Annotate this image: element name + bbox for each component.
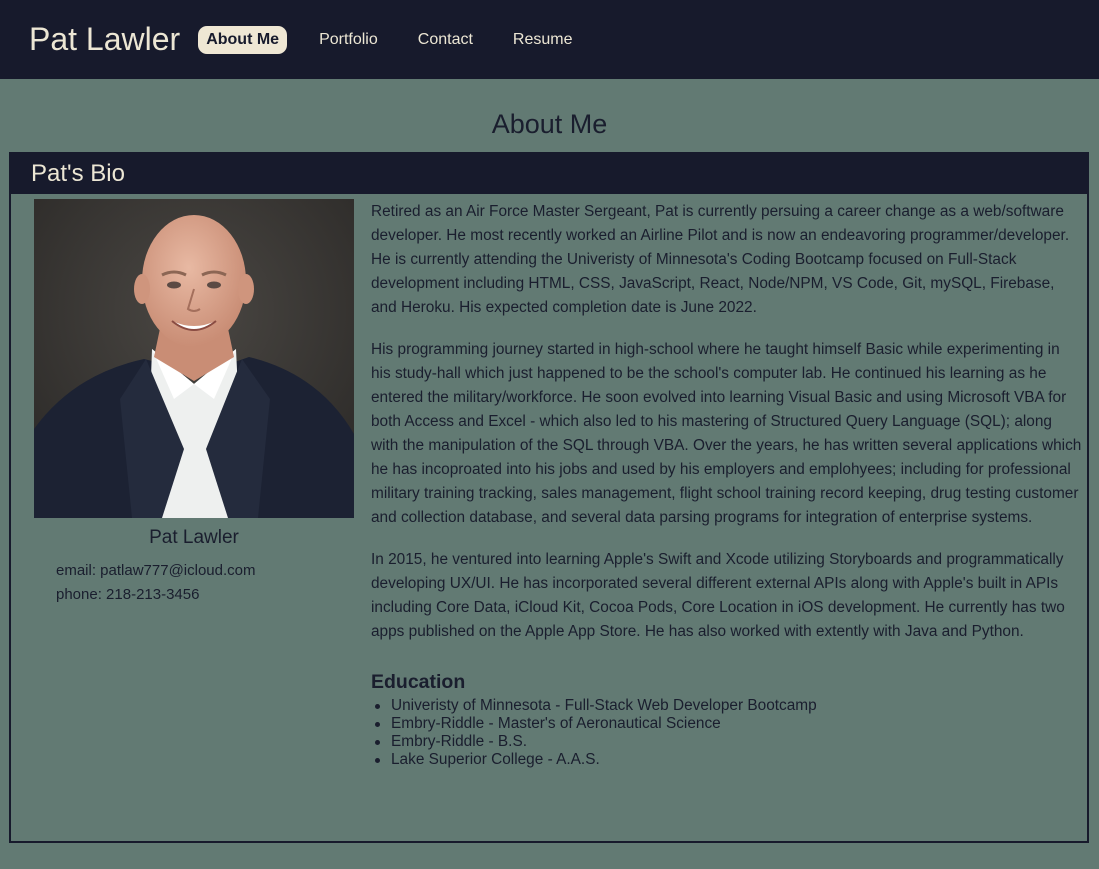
education-item: Lake Superior College - A.A.S. <box>373 751 1083 769</box>
bio-paragraph: In 2015, he ventured into learning Apple… <box>371 551 1065 640</box>
profile-column: Pat Lawler email: patlaw777@icloud.com p… <box>34 199 354 607</box>
education-heading: Education <box>371 671 466 693</box>
phone-line[interactable]: phone: 218-213-3456 <box>56 583 354 607</box>
portrait-illustration <box>34 199 354 518</box>
site-brand[interactable]: Pat Lawler <box>29 21 180 58</box>
education-item: Embry-Riddle - Master's of Aeronautical … <box>373 715 1083 733</box>
bio-paragraph: His programming journey started in high-… <box>371 341 1082 526</box>
nav-link-about-me[interactable]: About Me <box>198 25 288 54</box>
education-item: Univeristy of Minnesota - Full-Stack Web… <box>373 697 1083 715</box>
profile-photo <box>34 199 354 518</box>
nav-link-portfolio[interactable]: Portfolio <box>311 26 386 54</box>
top-navbar: Pat Lawler About Me Portfolio Contact Re… <box>0 0 1099 79</box>
profile-name: Pat Lawler <box>149 527 239 548</box>
nav-link-resume[interactable]: Resume <box>505 26 581 54</box>
education-list: Univeristy of Minnesota - Full-Stack Web… <box>371 697 1083 769</box>
email-line[interactable]: email: patlaw777@icloud.com <box>56 559 354 583</box>
bio-card: Pat's Bio Pat Lawler email: patlaw777@ic… <box>9 152 1089 843</box>
nav-link-contact[interactable]: Contact <box>410 26 481 54</box>
bio-column: Retired as an Air Force Master Sergeant,… <box>371 200 1083 769</box>
card-header: Pat's Bio <box>11 154 1087 194</box>
education-item: Embry-Riddle - B.S. <box>373 733 1083 751</box>
contact-info: email: patlaw777@icloud.com phone: 218-2… <box>34 559 354 607</box>
bio-paragraph: Retired as an Air Force Master Sergeant,… <box>371 203 1070 316</box>
page-title: About Me <box>491 109 608 139</box>
